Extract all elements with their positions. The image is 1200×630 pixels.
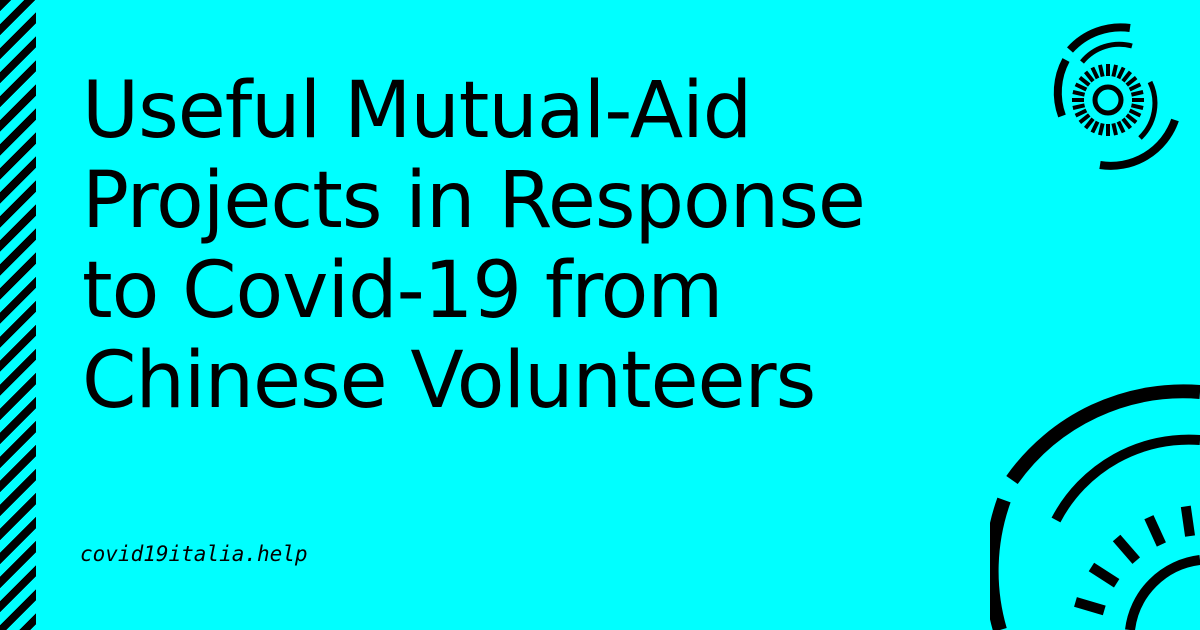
site-url: covid19italia.help [80,542,308,566]
radial-dial-icon [1053,23,1179,170]
radial-dial-icon [990,384,1200,630]
headline: Useful Mutual-Aid Projects in Response t… [82,66,1022,426]
striped-border [0,0,36,630]
headline-line-4: Chinese Volunteers [82,336,816,426]
headline-line-2: Projects in Response [82,156,866,246]
headline-line-1: Useful Mutual-Aid [82,66,752,156]
headline-line-3: to Covid-19 from [82,246,723,336]
